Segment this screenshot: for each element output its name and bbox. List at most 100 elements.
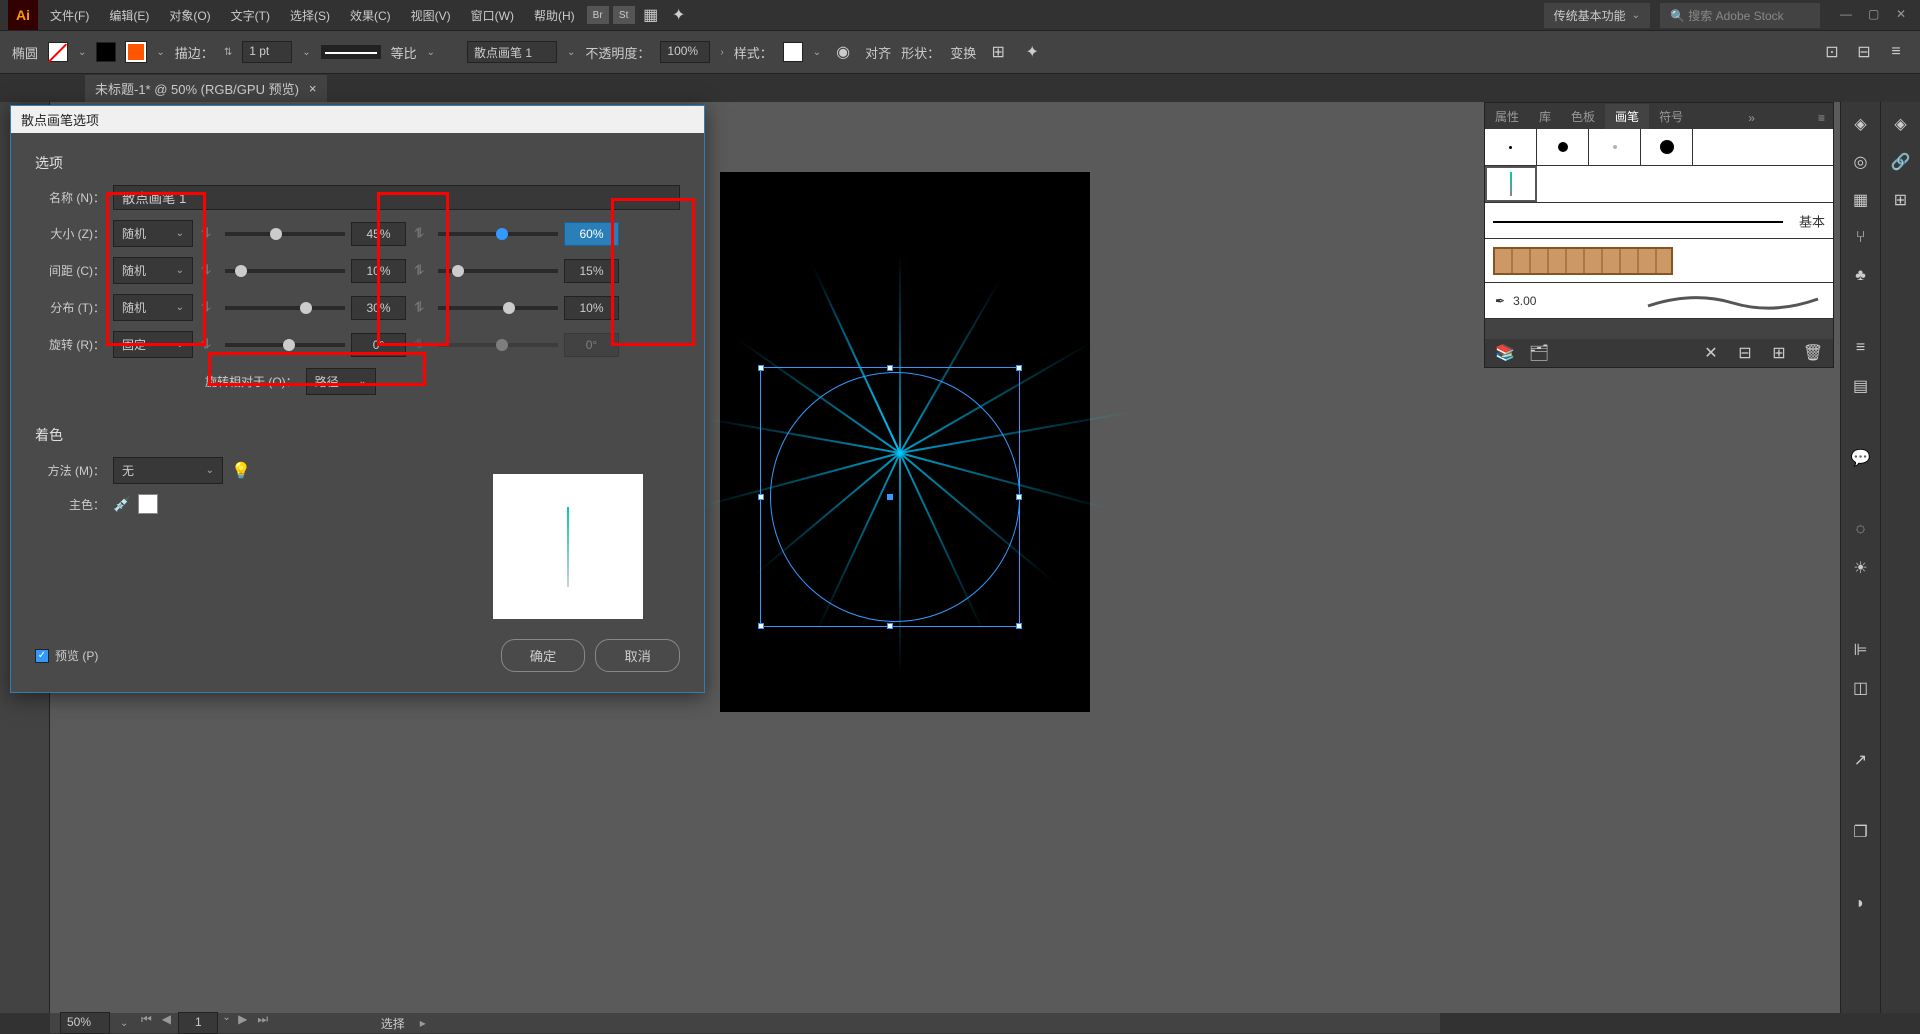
next-page-button[interactable]: ▶ bbox=[235, 1012, 251, 1034]
tool-dropdown[interactable]: ▸ bbox=[415, 1016, 431, 1030]
brush-basic-row[interactable]: 基本 bbox=[1485, 203, 1833, 239]
list-icon[interactable]: ≡ bbox=[1849, 336, 1873, 360]
fill-swatch[interactable] bbox=[48, 42, 68, 62]
first-page-button[interactable]: ⏮ bbox=[138, 1012, 154, 1034]
stroke-swatch[interactable] bbox=[96, 42, 116, 62]
library-icon[interactable]: 📚 bbox=[1493, 341, 1517, 365]
libraries-icon[interactable]: 🗂 bbox=[1527, 341, 1551, 365]
arrange-icon[interactable]: ▦ bbox=[639, 3, 663, 27]
resize-handle[interactable] bbox=[1016, 365, 1022, 371]
size-slider-1[interactable] bbox=[225, 232, 345, 236]
search-input[interactable]: 🔍 搜索 Adobe Stock bbox=[1660, 3, 1820, 28]
cube-icon[interactable]: ◈ bbox=[1849, 112, 1873, 136]
stroke-weight-input[interactable]: 1 pt bbox=[242, 41, 292, 63]
spacing-slider-2[interactable] bbox=[438, 269, 558, 273]
menu-select[interactable]: 选择(S) bbox=[282, 3, 338, 28]
size-value-1[interactable]: 45% bbox=[351, 222, 406, 246]
dock-icon3[interactable]: ≡ bbox=[1884, 40, 1908, 64]
rotation-slider-1[interactable] bbox=[225, 343, 345, 347]
grid-icon[interactable]: ▦ bbox=[1849, 188, 1873, 212]
link-icon[interactable]: ⥮ bbox=[201, 262, 217, 279]
scatter-slider-1[interactable] bbox=[225, 306, 345, 310]
align-icon[interactable]: ⊫ bbox=[1849, 638, 1873, 662]
scatter-mode-select[interactable]: 随机⌄ bbox=[113, 294, 193, 321]
chat-icon[interactable]: 💬 bbox=[1849, 446, 1873, 470]
pathfinder-icon[interactable]: ◫ bbox=[1849, 676, 1873, 700]
chevron-down-icon[interactable]: ⌄ bbox=[813, 47, 821, 58]
artboards-icon[interactable]: ❐ bbox=[1849, 820, 1873, 844]
tab-libraries[interactable]: 库 bbox=[1529, 104, 1561, 129]
size-slider-2[interactable] bbox=[438, 232, 558, 236]
chevron-right-icon[interactable]: › bbox=[720, 47, 723, 58]
tab-properties[interactable]: 属性 bbox=[1485, 104, 1529, 129]
tab-overflow[interactable]: » bbox=[1740, 107, 1763, 129]
menu-type[interactable]: 文字(T) bbox=[223, 3, 278, 28]
preview-checkbox[interactable]: ✓ 预览 (P) bbox=[35, 647, 98, 664]
resize-handle[interactable] bbox=[1016, 623, 1022, 629]
prev-page-button[interactable]: ◀ bbox=[158, 1012, 174, 1034]
fork-icon[interactable]: ⑂ bbox=[1849, 226, 1873, 250]
opacity-input[interactable]: 100% bbox=[660, 41, 710, 63]
shape-label[interactable]: 形状： bbox=[901, 43, 940, 62]
link-icon[interactable]: ⥮ bbox=[201, 299, 217, 316]
menu-edit[interactable]: 编辑(E) bbox=[101, 3, 157, 28]
link-icon[interactable]: ⥮ bbox=[201, 336, 217, 353]
recolor-icon[interactable]: ◉ bbox=[831, 40, 855, 64]
sun-icon[interactable]: ☀ bbox=[1849, 556, 1873, 580]
link-icon[interactable]: ⥮ bbox=[201, 225, 217, 242]
menu-help[interactable]: 帮助(H) bbox=[526, 3, 583, 28]
bulb-icon[interactable]: 💡 bbox=[231, 461, 251, 481]
menu-view[interactable]: 视图(V) bbox=[403, 3, 459, 28]
resize-handle[interactable] bbox=[1016, 494, 1022, 500]
resize-handle[interactable] bbox=[758, 365, 764, 371]
shape-icon[interactable]: ◗ bbox=[1849, 892, 1873, 916]
last-page-button[interactable]: ⏭ bbox=[255, 1012, 271, 1034]
rotation-value-1[interactable]: 0° bbox=[351, 333, 406, 357]
rotation-mode-select[interactable]: 固定⌄ bbox=[113, 331, 193, 358]
menu-window[interactable]: 窗口(W) bbox=[463, 3, 522, 28]
panel-menu-icon[interactable]: ≡ bbox=[1810, 107, 1833, 129]
zoom-input[interactable]: 50% bbox=[60, 1012, 110, 1034]
dock-icon2[interactable]: ⊟ bbox=[1852, 40, 1876, 64]
size-mode-select[interactable]: 随机⌄ bbox=[113, 220, 193, 247]
stroke-color[interactable] bbox=[126, 42, 146, 62]
transform-icon2[interactable]: ✦ bbox=[1020, 40, 1044, 64]
layers-icon[interactable]: ◈ bbox=[1889, 112, 1913, 136]
center-handle[interactable] bbox=[887, 494, 893, 500]
brush-calligraphic-row[interactable]: ✒ 3.00 bbox=[1485, 283, 1833, 319]
page-input[interactable]: 1 bbox=[178, 1012, 218, 1034]
minimize-button[interactable]: — bbox=[1840, 7, 1856, 23]
links-icon[interactable]: 🔗 bbox=[1889, 150, 1913, 174]
selection-bounding-box[interactable] bbox=[760, 367, 1020, 627]
chevron-down-icon[interactable]: ⌄ bbox=[156, 47, 164, 58]
menu-file[interactable]: 文件(F) bbox=[42, 3, 97, 28]
bridge-icon[interactable]: Br bbox=[587, 6, 609, 24]
style-swatch[interactable] bbox=[783, 42, 803, 62]
chevron-down-icon[interactable]: ⌄ bbox=[78, 47, 86, 58]
brush-preset[interactable] bbox=[1485, 129, 1537, 165]
link-icon[interactable]: ⥮ bbox=[414, 225, 430, 242]
scatter-value-2[interactable]: 10% bbox=[564, 296, 619, 320]
tab-brushes[interactable]: 画笔 bbox=[1605, 104, 1649, 129]
resize-handle[interactable] bbox=[758, 623, 764, 629]
resize-handle[interactable] bbox=[758, 494, 764, 500]
rotation-relative-select[interactable]: 路径⌄ bbox=[306, 368, 376, 395]
tab-symbols[interactable]: 符号 bbox=[1649, 104, 1693, 129]
size-value-2[interactable]: 60% bbox=[564, 222, 619, 246]
transform-icon1[interactable]: ⊞ bbox=[986, 40, 1010, 64]
brush-scatter-selected[interactable] bbox=[1485, 166, 1537, 202]
chevron-down-icon[interactable]: ⌄ bbox=[120, 1018, 128, 1029]
maximize-button[interactable]: ▢ bbox=[1868, 7, 1884, 23]
dock-icon1[interactable]: ⊡ bbox=[1820, 40, 1844, 64]
new-brush-icon[interactable]: ⊞ bbox=[1767, 341, 1791, 365]
eyedropper-icon[interactable]: 💉 bbox=[113, 496, 130, 513]
spacing-value-1[interactable]: 10% bbox=[351, 259, 406, 283]
clover-icon[interactable]: ♣ bbox=[1849, 264, 1873, 288]
spacing-slider-1[interactable] bbox=[225, 269, 345, 273]
options-icon[interactable]: ⊟ bbox=[1733, 341, 1757, 365]
menu-object[interactable]: 对象(O) bbox=[161, 3, 218, 28]
resize-handle[interactable] bbox=[887, 365, 893, 371]
stock-icon[interactable]: St bbox=[613, 6, 635, 24]
artboard-tool-icon[interactable]: ⊞ bbox=[1889, 188, 1913, 212]
chevron-down-icon[interactable]: ⌄ bbox=[567, 47, 575, 58]
